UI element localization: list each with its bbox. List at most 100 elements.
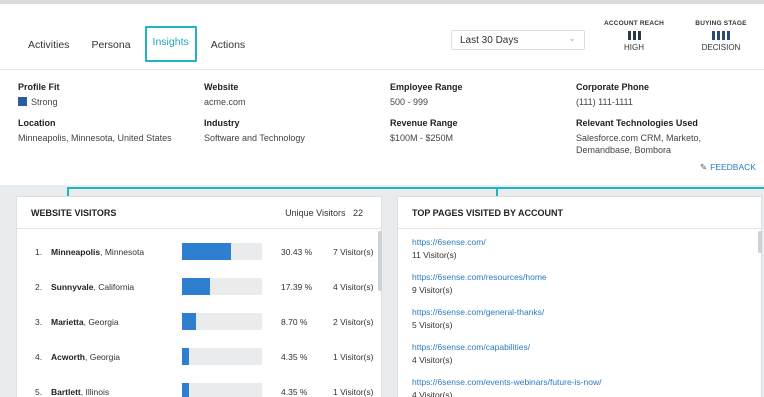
page-url-link[interactable]: https://6sense.com/resources/home	[412, 272, 547, 282]
buying-stage-indicator: BUYING STAGE DECISION	[690, 20, 752, 52]
website-label: Website	[204, 82, 239, 92]
scrollbar[interactable]	[758, 231, 762, 253]
unique-visitors-count: 22	[352, 208, 363, 218]
website-value: acme.com	[204, 97, 246, 107]
callout-line-horizontal	[67, 187, 764, 189]
visitor-bar-fill	[182, 278, 210, 295]
top-pages-header: TOP PAGES VISITED BY ACCOUNT	[398, 197, 761, 229]
corporate-phone: Corporate Phone (111) 111-1111	[576, 82, 649, 108]
visitor-row: 4. Acworth, Georgia 4.35 % 1 Visitor(s)	[35, 348, 375, 368]
page-item: https://6sense.com/resources/home 9 Visit…	[412, 272, 547, 295]
page-item: https://6sense.com/capabilities/4 Visito…	[412, 342, 530, 365]
tab-persona[interactable]: Persona	[83, 34, 138, 62]
visitor-count: 1 Visitor(s)	[333, 387, 374, 397]
profile-fit-label: Profile Fit	[18, 82, 60, 92]
visitor-location: Acworth, Georgia	[51, 352, 120, 362]
revenue-range: Revenue Range $100M - $250M	[390, 118, 458, 144]
revenue-range-value: $100M - $250M	[390, 133, 454, 143]
corporate-phone-value: (111) 111-1111	[576, 97, 633, 107]
visitor-bar-track	[182, 243, 262, 260]
website-visitors-title: WEBSITE VISITORS	[31, 208, 117, 218]
visitor-count: 7 Visitor(s)	[333, 247, 374, 257]
page-url-link[interactable]: https://6sense.com/general-thanks/	[412, 307, 544, 317]
reach-bar	[627, 31, 631, 40]
buying-stage-value: DECISION	[701, 43, 741, 52]
scrollbar[interactable]	[378, 231, 382, 291]
profile-fit: Profile Fit Strong	[18, 82, 60, 108]
stage-bar	[727, 31, 730, 40]
page-url-link[interactable]: https://6sense.com/events-webinars/futur…	[412, 377, 601, 387]
visitor-bar-track	[182, 313, 262, 330]
industry-value: Software and Technology	[204, 133, 305, 143]
page-visitor-count: 9 Visitor(s)	[412, 285, 453, 295]
account-reach-bars	[603, 31, 665, 40]
visitor-city: Minneapolis	[51, 247, 101, 257]
account-reach-value: HIGH	[624, 43, 644, 52]
page-item: https://6sense.com/events-webinars/futur…	[412, 377, 601, 397]
stage-bar	[722, 31, 725, 40]
reach-bar	[632, 31, 636, 40]
visitor-bar-track	[182, 278, 262, 295]
page-url-link[interactable]: https://6sense.com/	[412, 237, 486, 247]
visitor-bar-track	[182, 348, 262, 365]
visitor-row: 5. Bartlett, Illinois 4.35 % 1 Visitor(s)	[35, 383, 375, 397]
date-range-value: Last 30 Days	[460, 35, 519, 46]
visitor-location: Marietta, Georgia	[51, 317, 119, 327]
location-label: Location	[18, 118, 56, 128]
feedback-label: FEEDBACK	[710, 162, 756, 172]
buying-stage-label: BUYING STAGE	[695, 20, 747, 27]
feedback-link[interactable]: ✎ FEEDBACK	[700, 162, 756, 173]
visitor-row: 3. Marietta, Georgia 8.70 % 2 Visitor(s)	[35, 313, 375, 333]
employee-range-label: Employee Range	[390, 82, 463, 92]
visitor-city: Acworth	[51, 352, 85, 362]
visitor-region: , Minnesota	[100, 247, 145, 257]
visitor-row: 2. Sunnyvale, California 17.39 % 4 Visitor(…	[35, 278, 375, 298]
employee-range-value: 500 - 999	[390, 97, 429, 107]
buying-stage-bars	[690, 31, 752, 40]
corporate-phone-label: Corporate Phone	[576, 82, 650, 92]
reach-bar	[637, 31, 641, 40]
relevant-technologies: Relevant Technologies Used Salesforce.co…	[576, 118, 701, 156]
location: Location Minneapolis, Minnesota, United …	[18, 118, 172, 144]
date-range-select[interactable]: Last 30 Days ⌄	[451, 30, 585, 50]
visitor-percent: 4.35 %	[281, 352, 308, 362]
tab-bar: Activities Persona Insights Actions	[20, 26, 259, 62]
visitor-city: Sunnyvale	[51, 282, 94, 292]
visitor-location: Minneapolis, Minnesota	[51, 247, 144, 257]
visitor-rank: 2.	[35, 282, 43, 292]
visitor-rank: 3.	[35, 317, 43, 327]
visitor-percent: 17.39 %	[281, 282, 313, 292]
page-visitor-count: 4 Visitor(s)	[412, 390, 453, 397]
visitor-city: Marietta	[51, 317, 84, 327]
tab-actions[interactable]: Actions	[203, 34, 253, 62]
visitor-region: , Georgia	[85, 352, 120, 362]
industry-label: Industry	[204, 118, 240, 128]
tab-insights[interactable]: Insights	[144, 26, 197, 62]
page-visitor-count: 4 Visitor(s)	[412, 355, 453, 365]
chevron-down-icon: ⌄	[568, 33, 576, 43]
visitor-location: Sunnyvale, California	[51, 282, 134, 292]
website: Website acme.com	[204, 82, 246, 108]
tab-activities[interactable]: Activities	[20, 34, 77, 62]
profile-fit-swatch	[18, 97, 27, 106]
visitor-bar-fill	[182, 243, 231, 260]
unique-visitors-label: Unique Visitors	[285, 208, 346, 218]
website-visitors-panel: WEBSITE VISITORS Unique Visitors 22 1. Mi…	[16, 196, 382, 397]
page-url-link[interactable]: https://6sense.com/capabilities/	[412, 342, 530, 352]
stage-bar	[712, 31, 715, 40]
revenue-range-label: Revenue Range	[390, 118, 458, 128]
page-visitor-count: 11 Visitor(s)	[412, 250, 457, 260]
account-reach-label: ACCOUNT REACH	[603, 20, 664, 27]
visitor-count: 4 Visitor(s)	[333, 282, 374, 292]
divider	[0, 69, 764, 70]
stage-bar	[717, 31, 720, 40]
top-pages-title: TOP PAGES VISITED BY ACCOUNT	[412, 208, 564, 218]
visitor-location: Bartlett, Illinois	[51, 387, 109, 397]
location-value: Minneapolis, Minnesota, United States	[18, 133, 172, 143]
visitor-percent: 30.43 %	[281, 247, 313, 257]
visitor-row: 1. Minneapolis, Minnesota 30.43 % 7 Visitor…	[35, 243, 375, 263]
visitor-count: 2 Visitor(s)	[333, 317, 374, 327]
visitor-rank: 4.	[35, 352, 43, 362]
account-summary-card: Activities Persona Insights Actions Last…	[0, 0, 764, 185]
visitor-bar-fill	[182, 313, 196, 330]
